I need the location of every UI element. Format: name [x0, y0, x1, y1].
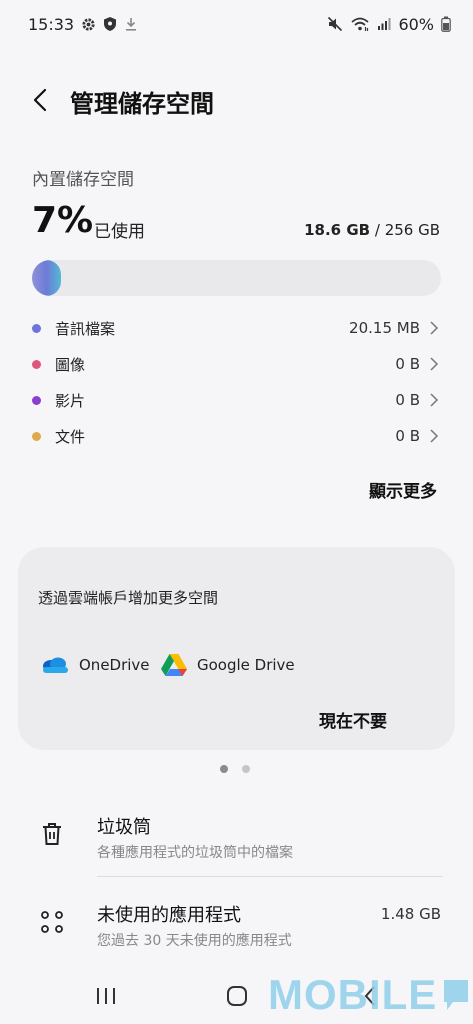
- recents-icon[interactable]: [88, 982, 124, 1010]
- home-icon[interactable]: [219, 982, 255, 1010]
- total-amount: 256 GB: [384, 221, 440, 239]
- list-item-title: 垃圾筒: [97, 817, 151, 838]
- storage-progress-fill: [32, 260, 61, 296]
- show-more-button[interactable]: 顯示更多: [369, 477, 437, 502]
- mute-icon: [327, 16, 343, 32]
- usage-used-label: 已使用: [94, 222, 145, 242]
- category-videos[interactable]: 影片 0 B: [32, 382, 442, 418]
- storage-progress-bar: [32, 260, 441, 296]
- legend-dot: [32, 323, 41, 333]
- category-label: 音訊檔案: [55, 319, 116, 338]
- download-icon: [124, 16, 138, 32]
- battery-percent: 60%: [398, 14, 434, 34]
- list-item-trash[interactable]: 垃圾筒 各種應用程式的垃圾筒中的檔案: [0, 806, 473, 876]
- status-right: 60%: [327, 15, 451, 34]
- cloud-card-title: 透過雲端帳戶增加更多空間: [38, 589, 219, 607]
- gear-icon: [81, 17, 96, 32]
- wifi-icon: [350, 16, 370, 32]
- storage-category-list: 音訊檔案 20.15 MB 圖像 0 B 影片 0 B 文件 0 B: [32, 310, 442, 454]
- usage-summary: 7% 已使用 18.6 GB / 256 GB: [32, 200, 440, 244]
- watermark-text: MOBILE: [268, 971, 438, 1018]
- watermark-flag-icon: [444, 980, 469, 1010]
- legend-dot: [32, 431, 41, 441]
- category-label: 文件: [55, 427, 86, 446]
- status-left: 15:33: [28, 15, 138, 34]
- category-label: 影片: [55, 391, 86, 410]
- chevron-right-icon: [430, 393, 439, 407]
- legend-dot: [32, 359, 41, 369]
- chevron-right-icon: [430, 321, 439, 335]
- google-drive-icon: [161, 654, 187, 676]
- header: 管理儲存空間: [0, 78, 473, 122]
- watermark-logo: MOBILE: [268, 971, 469, 1018]
- category-value: 0 B: [395, 427, 420, 445]
- legend-dot: [32, 395, 41, 405]
- category-value: 20.15 MB: [349, 319, 420, 337]
- category-documents[interactable]: 文件 0 B: [32, 418, 442, 454]
- apps-grid-icon: [38, 908, 66, 936]
- category-value: 0 B: [395, 391, 420, 409]
- list-item-subtitle: 各種應用程式的垃圾筒中的檔案: [97, 845, 293, 861]
- usage-amount: 18.6 GB / 256 GB: [304, 221, 440, 239]
- google-drive-option[interactable]: Google Drive: [160, 651, 295, 679]
- cloud-storage-card: 透過雲端帳戶增加更多空間 OneDrive Google Drive 現在不要: [18, 547, 455, 750]
- list-item-title: 未使用的應用程式: [97, 905, 241, 926]
- not-now-button[interactable]: 現在不要: [319, 707, 387, 732]
- list-item-subtitle: 您過去 30 天未使用的應用程式: [97, 933, 292, 949]
- status-bar: 15:33 60%: [0, 0, 473, 48]
- trash-icon: [38, 820, 66, 848]
- category-audio[interactable]: 音訊檔案 20.15 MB: [32, 310, 442, 346]
- list-item-value: 1.48 GB: [380, 905, 441, 923]
- back-arrow-icon[interactable]: [24, 82, 56, 118]
- list-item-unused-apps[interactable]: 未使用的應用程式 您過去 30 天未使用的應用程式 1.48 GB: [0, 893, 473, 963]
- pager-dot[interactable]: [242, 765, 250, 773]
- section-label: 內置儲存空間: [32, 170, 134, 190]
- onedrive-label: OneDrive: [79, 656, 150, 674]
- card-pager-dots: [220, 765, 250, 773]
- battery-icon: [441, 16, 451, 32]
- pager-dot-active[interactable]: [220, 765, 228, 773]
- onedrive-icon: [43, 657, 68, 673]
- status-time: 15:33: [28, 14, 75, 34]
- chevron-right-icon: [430, 357, 439, 371]
- chevron-right-icon: [430, 429, 439, 443]
- onedrive-option[interactable]: OneDrive: [40, 651, 150, 679]
- shield-icon: [103, 16, 117, 32]
- used-amount: 18.6 GB: [304, 221, 371, 239]
- page-title: 管理儲存空間: [70, 90, 214, 118]
- usage-percent: 7%: [32, 200, 94, 241]
- signal-icon: [377, 17, 391, 31]
- category-label: 圖像: [55, 355, 86, 374]
- google-drive-label: Google Drive: [197, 656, 295, 674]
- divider: [97, 876, 443, 877]
- category-images[interactable]: 圖像 0 B: [32, 346, 442, 382]
- category-value: 0 B: [395, 355, 420, 373]
